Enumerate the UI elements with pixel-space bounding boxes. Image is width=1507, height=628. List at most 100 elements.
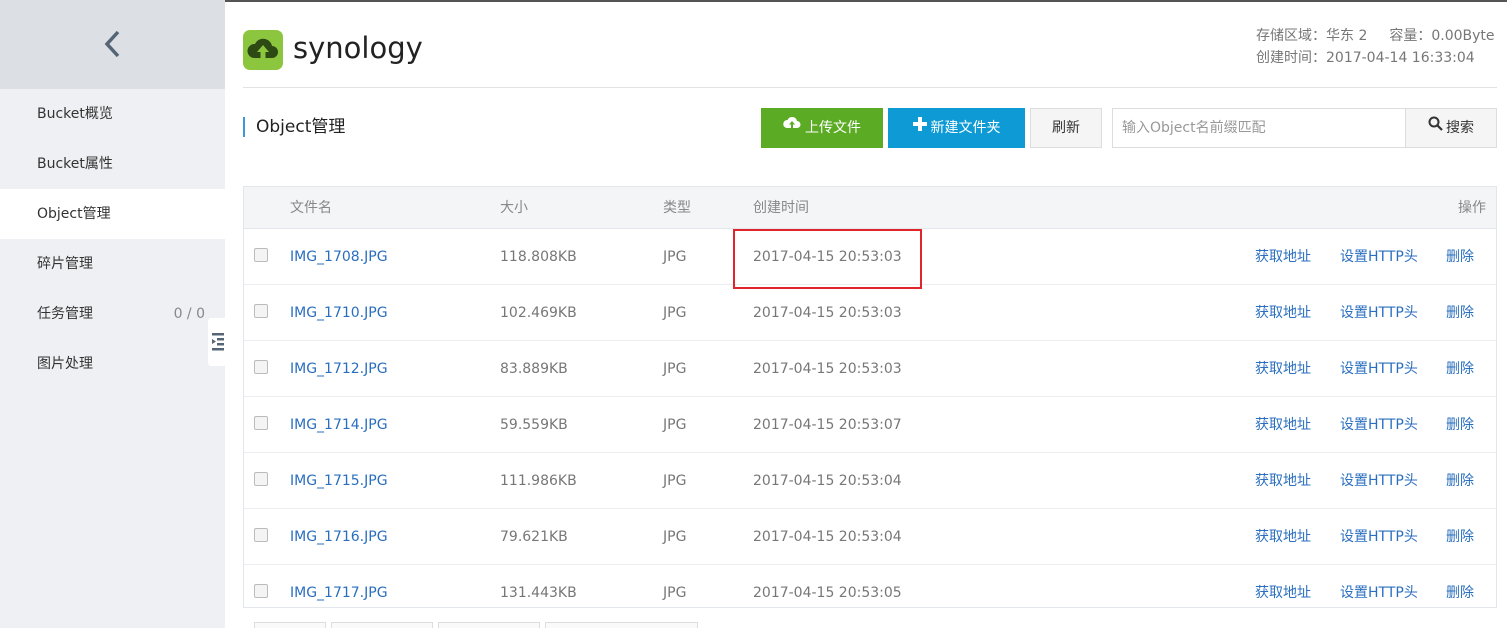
column-header-type[interactable]: 类型 [663,187,691,229]
sidebar-item-image-processing[interactable]: 图片处理 [0,339,225,389]
table-row: IMG_1710.JPG 102.469KB JPG 2017-04-15 20… [244,285,1496,341]
file-name-link[interactable]: IMG_1708.JPG [290,229,388,285]
set-http-header-link[interactable]: 设置HTTP头 [1340,397,1418,453]
sidebar-header [0,0,225,89]
row-checkbox[interactable] [254,528,268,542]
file-name-link[interactable]: IMG_1717.JPG [290,565,388,607]
file-created-time: 2017-04-15 20:53:04 [753,529,902,545]
set-http-header-link[interactable]: 设置HTTP头 [1340,565,1418,607]
sidebar-item-object-management[interactable]: Object管理 [0,189,225,239]
pager-button[interactable] [331,622,433,628]
get-url-link[interactable]: 获取地址 [1255,565,1311,607]
get-url-link[interactable]: 获取地址 [1255,509,1311,565]
table-header: 文件名 大小 类型 创建时间 操作 [244,187,1496,229]
file-name-link[interactable]: IMG_1716.JPG [290,509,388,565]
row-checkbox[interactable] [254,584,268,598]
delete-link[interactable]: 删除 [1446,341,1474,397]
file-name-link[interactable]: IMG_1715.JPG [290,453,388,509]
sidebar-item-label: 任务管理 [37,306,93,322]
delete-link[interactable]: 删除 [1446,229,1474,285]
upload-file-button[interactable]: 上传文件 [761,108,883,148]
column-header-name[interactable]: 文件名 [290,187,332,229]
storage-region: 存储区域：华东 2 [1256,28,1368,44]
file-size: 118.808KB [500,249,577,265]
row-checkbox[interactable] [254,472,268,486]
chevron-left-icon[interactable] [101,29,125,59]
pager-button[interactable] [254,622,326,628]
file-created-time: 2017-04-15 20:53:04 [753,473,902,489]
pager-button[interactable] [545,622,698,628]
delete-link[interactable]: 删除 [1446,397,1474,453]
new-folder-label: 新建文件夹 [930,120,1001,136]
delete-link[interactable]: 删除 [1446,565,1474,607]
annotation-highlight-box [733,229,922,289]
sidebar-item-fragment-management[interactable]: 碎片管理 [0,239,225,289]
row-checkbox[interactable] [254,416,268,430]
sidebar-item-label: 碎片管理 [37,256,93,272]
delete-link[interactable]: 删除 [1446,285,1474,341]
file-size: 102.469KB [500,305,577,321]
section-title: Object管理 [243,117,345,137]
sidebar-item-label: Object管理 [37,206,111,222]
bucket-meta: 存储区域：华东 2 容量：0.00Byte 创建时间：2017-04-14 16:… [1256,25,1495,69]
set-http-header-link[interactable]: 设置HTTP头 [1340,509,1418,565]
get-url-link[interactable]: 获取地址 [1255,229,1311,285]
file-created-time: 2017-04-15 20:53:05 [753,585,902,601]
row-checkbox[interactable] [254,248,268,262]
file-name-link[interactable]: IMG_1714.JPG [290,397,388,453]
sidebar-item-bucket-overview[interactable]: Bucket概览 [0,89,225,139]
sidebar-item-bucket-properties[interactable]: Bucket属性 [0,139,225,189]
set-http-header-link[interactable]: 设置HTTP头 [1340,229,1418,285]
search-button[interactable]: 搜索 [1405,108,1497,148]
cloud-upload-icon [783,107,801,147]
sidebar-item-label: Bucket属性 [37,156,113,172]
sidebar-item-label: 图片处理 [37,356,93,372]
column-header-created[interactable]: 创建时间 [753,187,809,229]
bucket-created-time: 创建时间：2017-04-14 16:33:04 [1256,50,1475,66]
file-type: JPG [663,585,687,601]
delete-link[interactable]: 删除 [1446,453,1474,509]
file-created-time: 2017-04-15 20:53:03 [753,361,902,377]
object-prefix-search-input[interactable] [1112,108,1406,148]
pager-button[interactable] [438,622,540,628]
table-row: IMG_1715.JPG 111.986KB JPG 2017-04-15 20… [244,453,1496,509]
get-url-link[interactable]: 获取地址 [1255,341,1311,397]
get-url-link[interactable]: 获取地址 [1255,397,1311,453]
table-row: IMG_1712.JPG 83.889KB JPG 2017-04-15 20:… [244,341,1496,397]
file-name-link[interactable]: IMG_1710.JPG [290,285,388,341]
get-url-link[interactable]: 获取地址 [1255,285,1311,341]
file-size: 111.986KB [500,473,577,489]
row-checkbox[interactable] [254,360,268,374]
window-top-border [0,0,1507,2]
set-http-header-link[interactable]: 设置HTTP头 [1340,285,1418,341]
collapse-list-icon [212,333,224,351]
file-type: JPG [663,305,687,321]
bucket-name: synology [293,31,423,65]
refresh-button[interactable]: 刷新 [1030,108,1102,148]
file-type: JPG [663,529,687,545]
file-size: 83.889KB [500,361,568,377]
table-row: IMG_1714.JPG 59.559KB JPG 2017-04-15 20:… [244,397,1496,453]
plus-icon [912,107,927,147]
sidebar-item-label: Bucket概览 [37,106,113,122]
delete-link[interactable]: 删除 [1446,509,1474,565]
sidebar-collapse-toggle[interactable] [208,318,228,366]
header-divider [243,87,1497,88]
file-size: 131.443KB [500,585,577,601]
table-row: IMG_1717.JPG 131.443KB JPG 2017-04-15 20… [244,565,1496,607]
set-http-header-link[interactable]: 设置HTTP头 [1340,453,1418,509]
new-folder-button[interactable]: 新建文件夹 [888,108,1025,148]
storage-capacity: 容量：0.00Byte [1389,28,1495,44]
set-http-header-link[interactable]: 设置HTTP头 [1340,341,1418,397]
search-icon [1428,108,1443,146]
file-name-link[interactable]: IMG_1712.JPG [290,341,388,397]
column-header-size[interactable]: 大小 [500,187,528,229]
file-type: JPG [663,417,687,433]
sidebar-item-task-management[interactable]: 任务管理 0 / 0 [0,289,225,339]
search-label: 搜索 [1446,120,1474,136]
upload-file-label: 上传文件 [805,120,861,136]
file-type: JPG [663,249,687,265]
row-checkbox[interactable] [254,304,268,318]
get-url-link[interactable]: 获取地址 [1255,453,1311,509]
bucket-cloud-icon [243,30,283,70]
